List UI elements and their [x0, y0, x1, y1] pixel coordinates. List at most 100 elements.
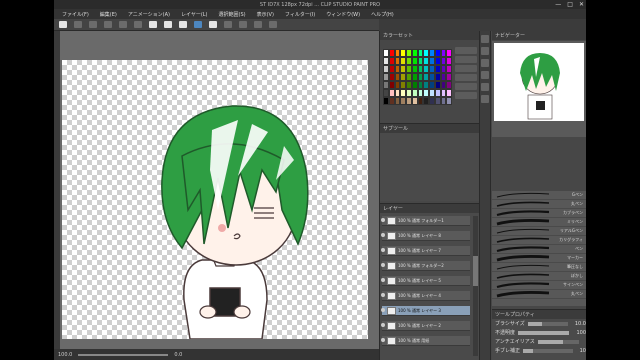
property-slider[interactable] — [537, 339, 579, 344]
clear-icon[interactable] — [149, 21, 157, 28]
visibility-eye-icon[interactable] — [381, 233, 385, 237]
layer-row[interactable]: 100 % 通常 レイヤー 2 — [381, 321, 470, 331]
visibility-eye-icon[interactable] — [381, 323, 385, 327]
tool-property-tab[interactable]: ツールプロパティ — [492, 310, 586, 319]
color-tool-slot[interactable] — [455, 83, 477, 90]
flip-icon[interactable] — [269, 21, 277, 28]
color-set-tab[interactable]: カラーセット — [380, 31, 479, 40]
menu-file[interactable]: ファイル(F) — [62, 11, 89, 18]
visibility-eye-icon[interactable] — [381, 278, 385, 282]
transform-icon[interactable] — [164, 21, 172, 28]
brush-item[interactable]: リアルGペン — [492, 227, 586, 236]
panel-toggle-icon[interactable] — [481, 71, 489, 79]
layer-scrollbar[interactable] — [473, 216, 478, 356]
tool-property-row[interactable]: アンチエイリアス — [492, 337, 586, 346]
layer-row[interactable]: 100 % 通常 レイヤー 3 — [381, 306, 470, 316]
color-swatch[interactable] — [446, 89, 452, 97]
command-bar — [54, 19, 379, 31]
color-swatch[interactable] — [446, 49, 452, 57]
panel-toggle-icon[interactable] — [481, 47, 489, 55]
color-set-swatches — [383, 49, 452, 105]
color-tool-slot[interactable] — [455, 56, 477, 63]
open-icon[interactable] — [89, 21, 97, 28]
app-icon[interactable] — [59, 21, 67, 28]
property-slider[interactable] — [518, 330, 570, 335]
brush-item[interactable]: 丸ペン — [492, 200, 586, 209]
zoom-slider[interactable] — [78, 353, 169, 356]
close-button[interactable]: ✕ — [579, 1, 584, 8]
panel-toggle-icon[interactable] — [481, 35, 489, 43]
layer-row[interactable]: 100 % 通常 レイヤー 8 — [381, 231, 470, 241]
panel-toggle-icon[interactable] — [481, 83, 489, 91]
color-swatch[interactable] — [446, 97, 452, 105]
layer-row[interactable]: 100 % 通常 フォルダー2 — [381, 261, 470, 271]
redo-icon[interactable] — [134, 21, 142, 28]
visibility-eye-icon[interactable] — [381, 338, 385, 342]
navigator-panel — [492, 41, 586, 137]
property-label: ブラシサイズ — [495, 321, 525, 327]
drawing-canvas[interactable] — [62, 60, 368, 340]
menu-layer[interactable]: レイヤー(L) — [181, 11, 208, 18]
visibility-eye-icon[interactable] — [381, 248, 385, 252]
color-tool-slot[interactable] — [455, 74, 477, 81]
brush-item[interactable]: ミリペン — [492, 218, 586, 227]
navigator-preview[interactable] — [494, 43, 584, 121]
minimize-button[interactable]: — — [555, 1, 561, 8]
brush-item[interactable]: Gペン — [492, 191, 586, 200]
brush-item[interactable]: カブラペン — [492, 209, 586, 218]
brush-item[interactable]: ペン — [492, 245, 586, 254]
navigator-tab[interactable]: ナビゲーター — [492, 31, 586, 40]
color-swatch[interactable] — [446, 73, 452, 81]
color-swatch[interactable] — [446, 65, 452, 73]
layer-row[interactable]: 100 % 通常 用紙 — [381, 336, 470, 346]
select-all-icon[interactable] — [179, 21, 187, 28]
menu-selection[interactable]: 選択範囲(S) — [219, 11, 246, 18]
save-icon[interactable] — [104, 21, 112, 28]
color-tool-slot[interactable] — [455, 47, 477, 54]
layer-row[interactable]: 100 % 通常 レイヤー 4 — [381, 291, 470, 301]
undo-icon[interactable] — [119, 21, 127, 28]
brush-item[interactable]: サインペン — [492, 281, 586, 290]
menu-animation[interactable]: アニメーション(A) — [128, 11, 170, 18]
invert-icon[interactable] — [209, 21, 217, 28]
panel-toggle-icon[interactable] — [481, 59, 489, 67]
ruler-icon[interactable] — [239, 21, 247, 28]
subtool-tab[interactable]: サブツール — [380, 124, 480, 133]
layer-tab[interactable]: レイヤー — [380, 204, 480, 213]
menu-window[interactable]: ウィンドウ(W) — [326, 11, 360, 18]
brush-item[interactable]: マーカー — [492, 254, 586, 263]
menu-edit[interactable]: 編集(E) — [100, 11, 117, 18]
brush-item[interactable]: ぼかし — [492, 272, 586, 281]
color-tool-slot[interactable] — [455, 92, 477, 99]
visibility-eye-icon[interactable] — [381, 293, 385, 297]
color-tool-slot[interactable] — [455, 65, 477, 72]
property-slider[interactable] — [523, 348, 573, 353]
panel-toggle-icon[interactable] — [481, 95, 489, 103]
layer-row[interactable]: 100 % 通常 レイヤー 7 — [381, 246, 470, 256]
visibility-eye-icon[interactable] — [381, 218, 385, 222]
color-swatch[interactable] — [446, 57, 452, 65]
scroll-thumb[interactable] — [473, 256, 478, 286]
property-slider[interactable] — [527, 321, 568, 326]
zoom-readout[interactable]: 100.0 — [58, 352, 72, 358]
brush-item[interactable]: 丸ペン — [492, 290, 586, 299]
menu-view[interactable]: 表示(V) — [257, 11, 274, 18]
new-icon[interactable] — [74, 21, 82, 28]
tool-property-row[interactable]: ブラシサイズ 10.0 — [492, 319, 586, 328]
grid-icon[interactable] — [254, 21, 262, 28]
tool-property-row[interactable]: 不透明度 100 — [492, 328, 586, 337]
layer-row[interactable]: 100 % 通常 フォルダー1 — [381, 216, 470, 226]
tool-property-row[interactable]: 手ブレ補正 10 — [492, 346, 586, 355]
brush-item[interactable]: 筆圧なし — [492, 263, 586, 272]
color-swatch[interactable] — [446, 81, 452, 89]
visibility-eye-icon[interactable] — [381, 263, 385, 267]
brush-item[interactable]: カリグラフィ — [492, 236, 586, 245]
visibility-eye-icon[interactable] — [381, 308, 385, 312]
maximize-button[interactable]: □ — [567, 1, 573, 8]
menu-filter[interactable]: フィルター(I) — [285, 11, 315, 18]
deselect-icon[interactable] — [194, 21, 202, 28]
menu-help[interactable]: ヘルプ(H) — [371, 11, 394, 18]
angle-readout[interactable]: 0.0 — [174, 352, 182, 358]
snap-icon[interactable] — [224, 21, 232, 28]
layer-row[interactable]: 100 % 通常 レイヤー 5 — [381, 276, 470, 286]
